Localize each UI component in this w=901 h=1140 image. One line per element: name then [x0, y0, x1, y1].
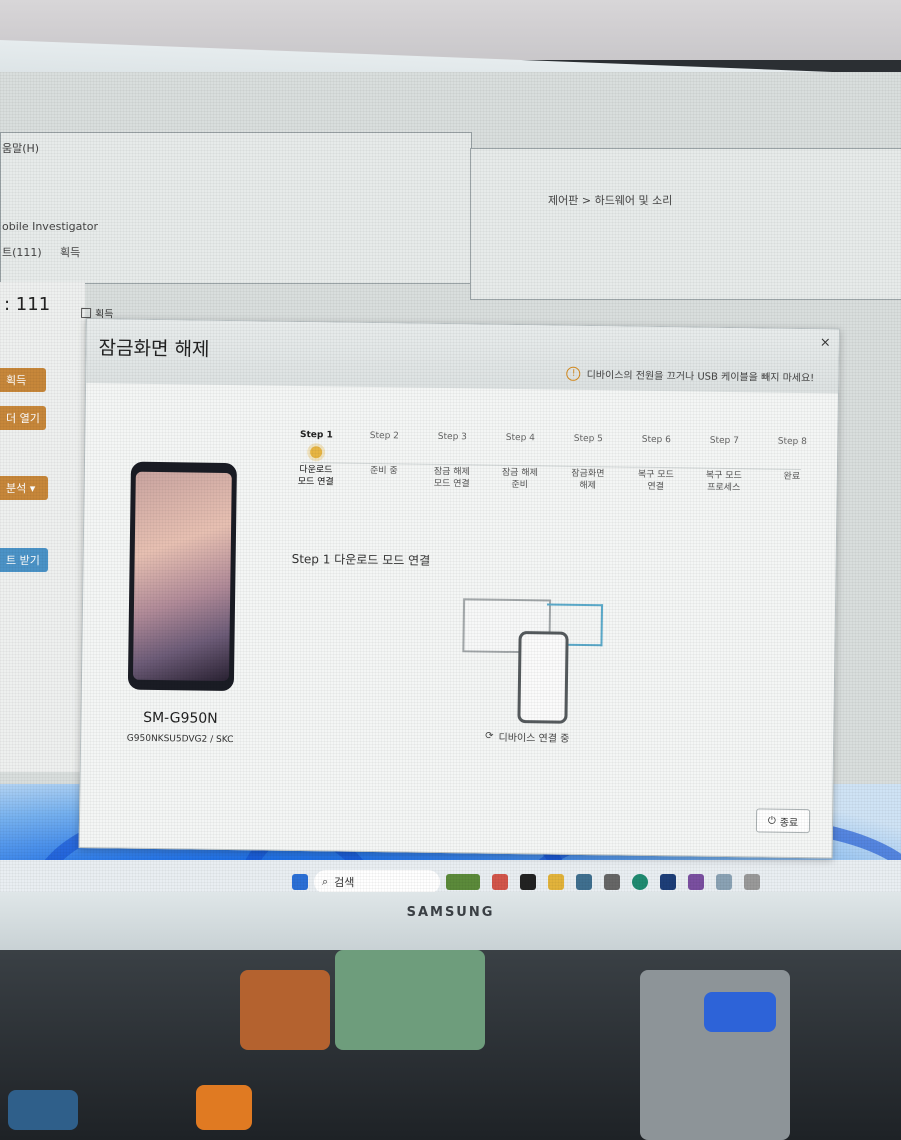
current-step-title: Step 1 다운로드 모드 연결 — [291, 551, 431, 568]
window-label-text: 획득 — [94, 309, 114, 321]
window-icon — [81, 307, 92, 318]
folder-icon[interactable] — [548, 874, 564, 890]
control-panel-icon[interactable] — [716, 874, 732, 890]
step-2-label: 준비 중 — [369, 465, 398, 477]
step-3-head: Step 3 — [437, 431, 467, 443]
background-receive-button[interactable]: 트 받기 — [0, 548, 48, 572]
step-4-head: Step 4 — [505, 432, 535, 444]
background-path: 제어판 > 하드웨어 및 소리 — [548, 194, 673, 207]
step-5-head: Step 5 — [573, 433, 603, 445]
store-icon[interactable] — [660, 874, 676, 890]
background-window-control-panel — [470, 148, 901, 300]
step-8-label: 완료 — [783, 471, 801, 482]
blue-display — [704, 992, 776, 1032]
step-3-indicator — [446, 448, 458, 460]
device-model: SM-G950N — [143, 709, 218, 727]
step-8-indicator — [786, 453, 798, 465]
taskbar-search[interactable]: ⌕ 검색 — [314, 870, 440, 892]
step-5-indicator — [582, 450, 594, 462]
step-7-head: Step 7 — [709, 435, 739, 447]
step-6: Step 6 복구 모드 연결 — [621, 434, 692, 493]
start-icon[interactable] — [292, 874, 308, 890]
close-icon[interactable]: × — [820, 335, 831, 350]
desk-background — [0, 950, 901, 1140]
background-acquire-button[interactable]: 획득 — [0, 368, 46, 392]
monitor-screen: 움말(H) obile Investigator 트(111) 획득 제어판 >… — [0, 72, 901, 892]
monitor-brand-logo: SAMSUNG — [406, 905, 495, 920]
dialog-window-label: 획득 — [81, 305, 114, 320]
taskbar: ⌕ 검색 — [0, 860, 901, 892]
step-2-indicator — [378, 447, 390, 459]
background-count: : 111 — [4, 294, 51, 315]
background-app-title: obile Investigator — [2, 220, 98, 233]
device-screen — [132, 471, 232, 682]
edge-icon[interactable] — [632, 874, 648, 890]
connection-status: ⟳ 디바이스 연결 중 — [485, 729, 569, 745]
background-tab-2[interactable]: 획득 — [60, 244, 80, 260]
monitor-bezel-bottom — [0, 892, 901, 952]
connection-status-text: 디바이스 연결 중 — [498, 732, 570, 745]
widgets-icon[interactable] — [446, 874, 480, 890]
unlock-dialog: 획득 잠금화면 해제 × ! 디바이스의 전원을 끄거나 USB 케이블을 빼지… — [78, 307, 840, 859]
device-image — [127, 461, 237, 692]
step-6-label: 복구 모드 연결 — [637, 469, 674, 493]
green-object — [335, 950, 485, 1050]
step-1-indicator — [310, 446, 323, 459]
device-firmware: G950NKSU5DVG2 / SKC — [126, 733, 234, 746]
search-icon: ⌕ — [322, 875, 329, 888]
refresh-icon: ⟳ — [485, 730, 494, 742]
warning-icon: ! — [566, 366, 581, 381]
step-8: Step 8 완료 — [757, 436, 828, 483]
step-4-indicator — [514, 449, 526, 461]
search-label: 검색 — [334, 876, 355, 889]
warning-text: 디바이스의 전원을 끄거나 USB 케이블을 빼지 마세요! — [586, 369, 815, 385]
step-2-head: Step 2 — [369, 430, 399, 442]
calculator-icon[interactable] — [604, 874, 620, 890]
task-view-icon[interactable] — [520, 874, 536, 890]
end-button[interactable]: ⏻ 종료 — [755, 808, 811, 834]
step-4: Step 4 잠금 해제 준비 — [485, 433, 556, 492]
step-1-label: 다운로드 모드 연결 — [297, 464, 334, 488]
step-4-label: 잠금 해제 준비 — [501, 467, 538, 491]
step-7-label: 복구 모드 프로세스 — [705, 470, 742, 494]
step-6-head: Step 6 — [641, 434, 671, 446]
blue-object — [8, 1090, 78, 1130]
background-analyze-button[interactable]: 분석 ▾ — [0, 476, 48, 500]
step-progress: Step 1 다운로드 모드 연결 Step 2 준비 중 Step 3 잠금 … — [281, 430, 821, 493]
notepad-icon[interactable] — [576, 874, 592, 890]
step-3: Step 3 잠금 해제 모드 연결 — [417, 432, 488, 491]
step-3-label: 잠금 해제 모드 연결 — [433, 466, 470, 490]
orange-handle — [196, 1085, 252, 1130]
background-open-button[interactable]: 더 열기 — [0, 406, 46, 430]
investigator-icon[interactable] — [688, 874, 704, 890]
phone-icon — [517, 631, 569, 724]
background-menu-text: 움말(H) — [2, 142, 40, 155]
step-1-head: Step 1 — [299, 429, 333, 441]
background-window — [0, 132, 472, 284]
connection-illustration — [461, 592, 613, 724]
step-1: Step 1 다운로드 모드 연결 — [281, 430, 352, 489]
step-8-head: Step 8 — [777, 436, 807, 448]
dialog-title: 잠금화면 해제 — [98, 337, 210, 361]
step-5: Step 5 잠금화면 해제 — [553, 434, 624, 493]
orange-object — [240, 970, 330, 1050]
power-icon: ⏻ — [767, 815, 776, 827]
step-6-indicator — [650, 451, 662, 463]
printer-icon[interactable] — [744, 874, 760, 890]
step-5-label: 잠금화면 해제 — [571, 468, 605, 492]
background-left-pane — [0, 282, 85, 772]
end-button-label: 종료 — [779, 817, 799, 829]
background-tab[interactable]: 트(111) — [2, 244, 42, 260]
step-7-indicator — [718, 452, 730, 464]
app-icon[interactable] — [492, 874, 508, 890]
step-7: Step 7 복구 모드 프로세스 — [689, 435, 760, 494]
step-2: Step 2 준비 중 — [349, 431, 420, 478]
